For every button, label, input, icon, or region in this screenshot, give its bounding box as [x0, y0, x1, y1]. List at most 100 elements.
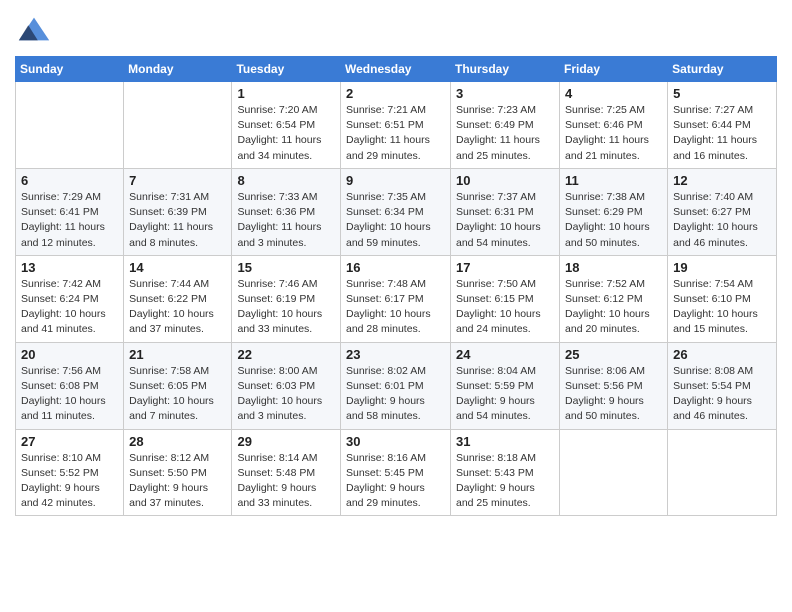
sunrise-text: Sunrise: 7:21 AM — [346, 104, 426, 116]
day-detail: Sunrise: 7:27 AM Sunset: 6:44 PM Dayligh… — [673, 103, 771, 164]
day-detail: Sunrise: 7:35 AM Sunset: 6:34 PM Dayligh… — [346, 190, 445, 251]
calendar-cell: 21 Sunrise: 7:58 AM Sunset: 6:05 PM Dayl… — [124, 342, 232, 429]
daylight-text: Daylight: 9 hours and 46 minutes. — [673, 395, 752, 422]
day-number: 2 — [346, 86, 445, 101]
day-detail: Sunrise: 7:48 AM Sunset: 6:17 PM Dayligh… — [346, 277, 445, 338]
day-detail: Sunrise: 7:56 AM Sunset: 6:08 PM Dayligh… — [21, 364, 118, 425]
day-detail: Sunrise: 7:29 AM Sunset: 6:41 PM Dayligh… — [21, 190, 118, 251]
calendar-cell: 7 Sunrise: 7:31 AM Sunset: 6:39 PM Dayli… — [124, 168, 232, 255]
daylight-text: Daylight: 10 hours and 54 minutes. — [456, 221, 541, 248]
day-number: 27 — [21, 434, 118, 449]
day-number: 20 — [21, 347, 118, 362]
calendar-cell: 16 Sunrise: 7:48 AM Sunset: 6:17 PM Dayl… — [341, 255, 451, 342]
calendar-cell: 10 Sunrise: 7:37 AM Sunset: 6:31 PM Dayl… — [451, 168, 560, 255]
sunrise-text: Sunrise: 8:04 AM — [456, 365, 536, 377]
day-number: 22 — [237, 347, 335, 362]
sunset-text: Sunset: 5:45 PM — [346, 467, 424, 479]
day-number: 25 — [565, 347, 662, 362]
day-detail: Sunrise: 7:42 AM Sunset: 6:24 PM Dayligh… — [21, 277, 118, 338]
calendar-cell: 24 Sunrise: 8:04 AM Sunset: 5:59 PM Dayl… — [451, 342, 560, 429]
weekday-header-row: SundayMondayTuesdayWednesdayThursdayFrid… — [16, 57, 777, 82]
day-detail: Sunrise: 7:33 AM Sunset: 6:36 PM Dayligh… — [237, 190, 335, 251]
sunset-text: Sunset: 6:08 PM — [21, 380, 99, 392]
sunrise-text: Sunrise: 8:12 AM — [129, 452, 209, 464]
day-number: 21 — [129, 347, 226, 362]
sunset-text: Sunset: 6:34 PM — [346, 206, 424, 218]
day-detail: Sunrise: 7:37 AM Sunset: 6:31 PM Dayligh… — [456, 190, 554, 251]
day-detail: Sunrise: 7:25 AM Sunset: 6:46 PM Dayligh… — [565, 103, 662, 164]
daylight-text: Daylight: 9 hours and 42 minutes. — [21, 482, 100, 509]
sunset-text: Sunset: 6:46 PM — [565, 119, 643, 131]
sunset-text: Sunset: 6:44 PM — [673, 119, 751, 131]
sunset-text: Sunset: 5:43 PM — [456, 467, 534, 479]
daylight-text: Daylight: 10 hours and 11 minutes. — [21, 395, 106, 422]
calendar-cell: 2 Sunrise: 7:21 AM Sunset: 6:51 PM Dayli… — [341, 82, 451, 169]
day-number: 15 — [237, 260, 335, 275]
daylight-text: Daylight: 9 hours and 29 minutes. — [346, 482, 425, 509]
sunset-text: Sunset: 6:39 PM — [129, 206, 207, 218]
sunset-text: Sunset: 6:22 PM — [129, 293, 207, 305]
day-detail: Sunrise: 8:02 AM Sunset: 6:01 PM Dayligh… — [346, 364, 445, 425]
weekday-header: Saturday — [668, 57, 777, 82]
sunset-text: Sunset: 6:12 PM — [565, 293, 643, 305]
daylight-text: Daylight: 10 hours and 59 minutes. — [346, 221, 431, 248]
day-number: 6 — [21, 173, 118, 188]
sunset-text: Sunset: 6:17 PM — [346, 293, 424, 305]
calendar-cell: 15 Sunrise: 7:46 AM Sunset: 6:19 PM Dayl… — [232, 255, 341, 342]
day-number: 4 — [565, 86, 662, 101]
calendar-table: SundayMondayTuesdayWednesdayThursdayFrid… — [15, 56, 777, 516]
day-number: 16 — [346, 260, 445, 275]
sunrise-text: Sunrise: 7:23 AM — [456, 104, 536, 116]
day-detail: Sunrise: 7:20 AM Sunset: 6:54 PM Dayligh… — [237, 103, 335, 164]
calendar-cell: 9 Sunrise: 7:35 AM Sunset: 6:34 PM Dayli… — [341, 168, 451, 255]
day-number: 8 — [237, 173, 335, 188]
sunset-text: Sunset: 6:41 PM — [21, 206, 99, 218]
day-detail: Sunrise: 7:31 AM Sunset: 6:39 PM Dayligh… — [129, 190, 226, 251]
calendar-cell: 4 Sunrise: 7:25 AM Sunset: 6:46 PM Dayli… — [560, 82, 668, 169]
daylight-text: Daylight: 10 hours and 37 minutes. — [129, 308, 214, 335]
daylight-text: Daylight: 10 hours and 33 minutes. — [237, 308, 322, 335]
day-number: 29 — [237, 434, 335, 449]
daylight-text: Daylight: 11 hours and 8 minutes. — [129, 221, 213, 248]
calendar-cell: 17 Sunrise: 7:50 AM Sunset: 6:15 PM Dayl… — [451, 255, 560, 342]
daylight-text: Daylight: 10 hours and 41 minutes. — [21, 308, 106, 335]
calendar-cell: 20 Sunrise: 7:56 AM Sunset: 6:08 PM Dayl… — [16, 342, 124, 429]
calendar-cell: 11 Sunrise: 7:38 AM Sunset: 6:29 PM Dayl… — [560, 168, 668, 255]
sunset-text: Sunset: 6:15 PM — [456, 293, 534, 305]
day-detail: Sunrise: 7:50 AM Sunset: 6:15 PM Dayligh… — [456, 277, 554, 338]
daylight-text: Daylight: 9 hours and 25 minutes. — [456, 482, 535, 509]
calendar-cell: 30 Sunrise: 8:16 AM Sunset: 5:45 PM Dayl… — [341, 429, 451, 516]
day-detail: Sunrise: 7:44 AM Sunset: 6:22 PM Dayligh… — [129, 277, 226, 338]
sunrise-text: Sunrise: 7:52 AM — [565, 278, 645, 290]
calendar-cell: 23 Sunrise: 8:02 AM Sunset: 6:01 PM Dayl… — [341, 342, 451, 429]
daylight-text: Daylight: 10 hours and 50 minutes. — [565, 221, 650, 248]
day-detail: Sunrise: 8:18 AM Sunset: 5:43 PM Dayligh… — [456, 451, 554, 512]
sunset-text: Sunset: 6:19 PM — [237, 293, 315, 305]
sunrise-text: Sunrise: 7:20 AM — [237, 104, 317, 116]
sunset-text: Sunset: 6:01 PM — [346, 380, 424, 392]
day-number: 24 — [456, 347, 554, 362]
sunrise-text: Sunrise: 8:06 AM — [565, 365, 645, 377]
weekday-header: Sunday — [16, 57, 124, 82]
day-number: 31 — [456, 434, 554, 449]
sunrise-text: Sunrise: 7:48 AM — [346, 278, 426, 290]
sunrise-text: Sunrise: 8:16 AM — [346, 452, 426, 464]
day-detail: Sunrise: 8:04 AM Sunset: 5:59 PM Dayligh… — [456, 364, 554, 425]
sunrise-text: Sunrise: 7:58 AM — [129, 365, 209, 377]
header — [15, 10, 777, 48]
sunset-text: Sunset: 5:56 PM — [565, 380, 643, 392]
weekday-header: Friday — [560, 57, 668, 82]
sunset-text: Sunset: 5:54 PM — [673, 380, 751, 392]
daylight-text: Daylight: 10 hours and 24 minutes. — [456, 308, 541, 335]
sunrise-text: Sunrise: 7:25 AM — [565, 104, 645, 116]
sunset-text: Sunset: 6:36 PM — [237, 206, 315, 218]
daylight-text: Daylight: 11 hours and 34 minutes. — [237, 134, 321, 161]
day-number: 7 — [129, 173, 226, 188]
sunrise-text: Sunrise: 7:35 AM — [346, 191, 426, 203]
sunrise-text: Sunrise: 7:29 AM — [21, 191, 101, 203]
sunrise-text: Sunrise: 7:31 AM — [129, 191, 209, 203]
weekday-header: Thursday — [451, 57, 560, 82]
calendar-week-row: 20 Sunrise: 7:56 AM Sunset: 6:08 PM Dayl… — [16, 342, 777, 429]
day-number: 9 — [346, 173, 445, 188]
sunset-text: Sunset: 5:50 PM — [129, 467, 207, 479]
